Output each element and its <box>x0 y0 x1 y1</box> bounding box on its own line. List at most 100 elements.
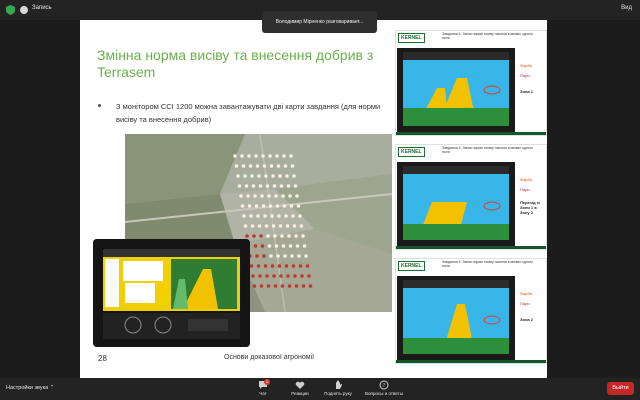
rate-map-dot <box>250 174 254 178</box>
exit-button[interactable]: Выйти <box>607 382 634 395</box>
rate-map-dot <box>269 164 274 168</box>
terminal-screenshot <box>397 48 515 133</box>
slide-page-number: 28 <box>98 354 107 363</box>
sound-settings-button[interactable]: Настройки звука ⌃ <box>6 385 54 391</box>
rate-map-dot <box>251 184 256 188</box>
rate-map-dot <box>280 234 284 238</box>
chat-button[interactable]: Чат <box>245 380 281 396</box>
rate-map-dot <box>265 184 270 188</box>
view-menu-button[interactable]: Вид <box>621 5 632 11</box>
rate-map-dot <box>248 164 253 168</box>
rate-map-dot <box>270 264 275 268</box>
reactions-label: Реакции <box>291 391 309 396</box>
panel-footer-bar <box>396 360 546 363</box>
rate-map-dot <box>292 224 297 228</box>
rate-map-dot <box>254 154 258 158</box>
rate-map-dot <box>262 254 266 258</box>
chat-unread-badge: 1 <box>264 379 270 385</box>
cci-monitor-photo <box>93 239 250 347</box>
slide-footer: Основи доказової агрономії <box>224 354 315 361</box>
rate-map-dot <box>246 194 250 198</box>
rate-map-dot <box>254 204 259 208</box>
panel-caption: Завдання 4. Зміна норми посіву насіння в… <box>442 260 533 268</box>
rate-map-dot <box>243 174 247 178</box>
slide-title: Змінна норма висіву та внесення добрив з… <box>97 47 374 80</box>
rate-map-dot <box>290 164 295 168</box>
rate-map-dot <box>305 264 310 268</box>
rate-map-dot <box>274 194 278 198</box>
rate-map-dot <box>281 194 285 198</box>
rate-map-dot <box>249 264 254 268</box>
rate-map-dot <box>284 214 288 218</box>
rate-map-dot <box>261 204 266 208</box>
rate-map-dot <box>297 254 301 258</box>
rate-map-dot <box>299 224 304 228</box>
rate-map-dot <box>253 194 257 198</box>
rate-map-dot <box>244 184 249 188</box>
rate-map-dot <box>293 274 297 278</box>
rate-map-dot <box>300 274 304 278</box>
rate-map-dot <box>265 274 269 278</box>
terminal-screenshot <box>397 162 515 247</box>
rate-map-dot <box>277 264 282 268</box>
rate-map-dot <box>302 244 307 248</box>
zone-label: Зона 2 <box>520 317 533 322</box>
rate-map-dot <box>276 164 281 168</box>
panel-caption: Завдання 4. Зміна норми посіву насіння в… <box>442 32 533 40</box>
rate-map-dot <box>286 184 291 188</box>
rate-map-dot <box>286 274 290 278</box>
heart-icon <box>295 381 305 389</box>
rate-map-dot <box>304 254 308 258</box>
rate-map-dot <box>264 224 269 228</box>
raise-hand-label: Поднять руку <box>324 391 352 396</box>
rate-map-dot <box>273 284 278 288</box>
rate-map-dot <box>288 194 292 198</box>
instruction-panel: KERNEL Завдання 4. Зміна норми посіву на… <box>395 144 547 250</box>
speaker-notification: Володимир Мірненко разговаривает... <box>262 11 377 33</box>
rate-map-dot <box>275 154 279 158</box>
rate-map-dot <box>250 224 255 228</box>
qa-button[interactable]: ? Вопросы и ответы <box>358 380 410 396</box>
kernel-logo: KERNEL <box>398 261 425 271</box>
rate-map-dot <box>258 274 262 278</box>
kernel-logo: KERNEL <box>398 33 425 43</box>
rate-map-dot <box>293 184 298 188</box>
rate-map-dot <box>277 214 281 218</box>
raise-hand-button[interactable]: Поднять руку <box>320 380 356 396</box>
record-icon[interactable] <box>20 6 28 14</box>
rate-map-dot <box>294 284 299 288</box>
rate-map-dot <box>290 254 294 258</box>
rate-map-dot <box>274 244 279 248</box>
rate-map-dot <box>307 274 311 278</box>
rate-map-dot <box>283 254 287 258</box>
rate-map-dot <box>239 194 243 198</box>
rate-map-dot <box>267 244 272 248</box>
rate-map-dot <box>242 214 246 218</box>
rate-map-dot <box>295 194 299 198</box>
rate-map-dot <box>255 164 260 168</box>
rate-map-dot <box>263 214 267 218</box>
rate-map-dot <box>256 264 261 268</box>
rate-map-dot <box>234 164 239 168</box>
rate-map-dot <box>255 254 259 258</box>
reactions-button[interactable]: Реакции <box>282 380 318 396</box>
rate-map-dot <box>233 154 237 158</box>
record-label[interactable]: Запись <box>32 5 52 11</box>
rate-map-dot <box>264 174 268 178</box>
rate-map-dot <box>240 154 244 158</box>
rate-map-dot <box>249 214 253 218</box>
chat-label: Чат <box>259 391 267 396</box>
legend-label: Пари <box>520 73 530 78</box>
bullet-icon <box>98 104 101 107</box>
rate-map-dot <box>240 204 245 208</box>
rate-map-dot <box>260 194 264 198</box>
rate-map-dot <box>287 284 292 288</box>
rate-map-dot <box>247 154 251 158</box>
rate-map-dot <box>252 234 256 238</box>
legend-label: Пари <box>520 187 530 192</box>
svg-text:?: ? <box>383 383 386 389</box>
hand-icon <box>336 380 342 389</box>
rate-map-dot <box>291 214 295 218</box>
rate-map-dot <box>282 204 287 208</box>
rate-map-dot <box>287 234 291 238</box>
